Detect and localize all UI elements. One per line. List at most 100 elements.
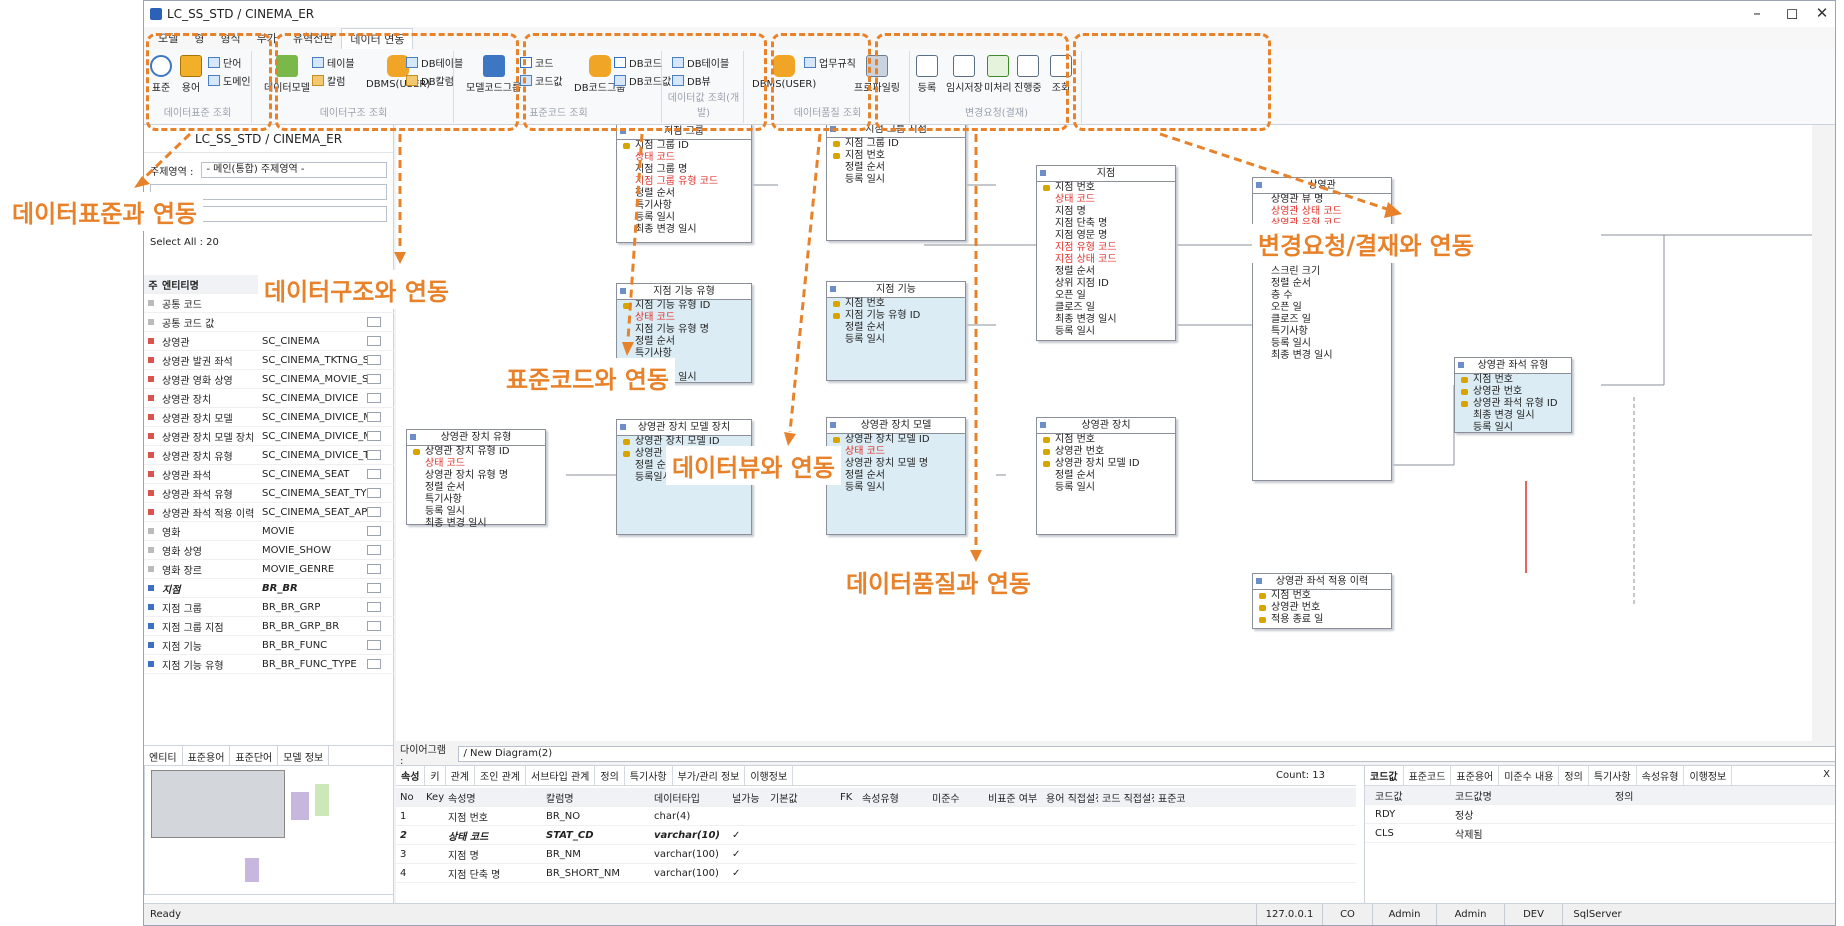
list-item[interactable]: 지점 기능 BR_BR_FUNC (144, 636, 394, 655)
table-row[interactable]: 3 지점 명 BR_NM varchar(100) ✓ (396, 845, 1356, 864)
tab-std-term[interactable]: 표준용어 (183, 746, 231, 765)
code-tab-5[interactable]: 특기사항 (1589, 766, 1637, 785)
code-tab-6[interactable]: 속성유형 (1637, 766, 1685, 785)
table-row[interactable]: 1 지점 번호 BR_NO char(4) (396, 807, 1356, 826)
code-row[interactable]: RDY 정상 (1365, 805, 1835, 824)
standard-button[interactable]: 표준 (150, 55, 172, 94)
word-button[interactable]: 단어 (208, 55, 241, 70)
entity-seat-history[interactable]: 상영관 좌석 적용 이력 지점 번호 상영관 번호 적용 종료 일 (1252, 573, 1392, 629)
tab-entity[interactable]: 엔티티 (144, 746, 183, 765)
minimap-shape (315, 784, 329, 816)
tab-8[interactable]: 이행정보 (745, 766, 794, 785)
code-button[interactable]: 코드 (520, 55, 553, 70)
list-item[interactable]: 지점 기능 유형 BR_BR_FUNC_TYPE (144, 655, 394, 674)
entity-device[interactable]: 상영관 장치 지점 번호 상영관 번호 상영관 장치 모델 ID 정렬 순서 등록 일시 (1036, 417, 1176, 535)
edit-icon (953, 55, 976, 77)
tab-2[interactable]: 관계 (446, 766, 476, 785)
entity-device-type[interactable]: 상영관 장치 유형 상영관 장치 유형 ID 상태 코드 상영관 장치 유형 명 정렬 … (406, 429, 546, 529)
list-item[interactable]: 상영관 장치 SC_CINEMA_DIVICE (144, 389, 394, 408)
table-row[interactable]: 4 지점 단축 명 BR_SHORT_NM varchar(100) ✓ (396, 864, 1356, 883)
subject-select[interactable]: - 메인(통합) 주제영역 - (201, 162, 387, 178)
menu-item[interactable]: 형 (186, 28, 212, 48)
list-item[interactable]: 지점 BR_BR (144, 579, 394, 598)
code-tab-7[interactable]: 이행정보 (1684, 766, 1733, 785)
list-item[interactable]: 상영관 장치 유형 SC_CINEMA_DIVICE_T (144, 446, 394, 465)
temp-save-button[interactable]: 임시저장 (946, 55, 983, 94)
db-column-button[interactable]: DB칼럼 (406, 73, 454, 88)
term-button[interactable]: 용어 (180, 55, 202, 94)
request-view-button[interactable]: 조회 (1050, 55, 1072, 94)
list-item[interactable]: 영화 장르 MOVIE_GENRE (144, 560, 394, 579)
tab-4[interactable]: 서브타입 관계 (526, 766, 596, 785)
business-rule-button[interactable]: 업무규칙 (804, 55, 856, 70)
diagram-select[interactable]: / New Diagram(2) (458, 746, 1835, 762)
list-item[interactable]: 상영관 좌석 유형 SC_CINEMA_SEAT_TY (144, 484, 394, 503)
code-tab-1[interactable]: 표준코드 (1404, 766, 1452, 785)
tab-std-word[interactable]: 표준단어 (230, 746, 279, 765)
diagram-canvas[interactable]: 지점 그룹 지점 그룹 ID 상태 코드 지점 그룹 명 지점 그룹 유형 코드 정렬 순… (396, 125, 1812, 741)
view-db-table-button[interactable]: DB테이블 (672, 55, 729, 70)
maximize-button[interactable]: ◻ (1777, 4, 1807, 22)
domain-button[interactable]: 도메인 (208, 73, 251, 88)
code-tab-2[interactable]: 표준용어 (1451, 766, 1500, 785)
db-table-button[interactable]: DB테이블 (406, 55, 463, 70)
register-button[interactable]: 등록 (916, 55, 938, 94)
db-code-button[interactable]: DB코드 (614, 55, 662, 70)
list-item[interactable]: 상영관 좌석 적용 이력 SC_CINEMA_SEAT_AP (144, 503, 394, 522)
minimize-button[interactable]: – (1742, 4, 1772, 22)
list-item[interactable]: 상영관 장치 모델 장치 SC_CINEMA_DIVICE_M (144, 427, 394, 446)
code-tab-3[interactable]: 미준수 내용 (1499, 766, 1560, 785)
table-button[interactable]: 테이블 (312, 55, 355, 70)
list-item[interactable]: 영화 상영 MOVIE_SHOW (144, 541, 394, 560)
column-button[interactable]: 칼럼 (312, 73, 345, 88)
list-item[interactable]: 상영관 장치 모델 SC_CINEMA_DIVICE_M (144, 408, 394, 427)
code-value-button[interactable]: 코드값 (520, 73, 563, 88)
menu-item[interactable]: 형식 (212, 28, 248, 48)
list-item[interactable]: 지점 그룹 지점 BR_BR_GRP_BR (144, 617, 394, 636)
db-view-button[interactable]: DB뷰 (672, 73, 711, 88)
code-tab-4[interactable]: 정의 (1559, 766, 1589, 785)
minimap-viewport[interactable] (151, 770, 285, 838)
list-item[interactable]: 상영관 영화 상영 SC_CINEMA_MOVIE_S (144, 370, 394, 389)
entity-seat-type[interactable]: 상영관 좌석 유형 지점 번호 상영관 번호 상영관 좌석 유형 ID 최종 변경 일시… (1454, 357, 1572, 433)
list-item[interactable]: 상영관 발권 좌석 SC_CINEMA_TKTNG_S (144, 351, 394, 370)
pending-button[interactable]: 미처리 (984, 55, 1012, 94)
list-item[interactable]: 공통 코드 값 (144, 313, 394, 332)
select-all-checkbox[interactable]: Select All : 20 (150, 237, 219, 248)
tab-6[interactable]: 특기사항 (625, 766, 673, 785)
menu-item[interactable]: 부가 (249, 28, 285, 48)
close-button[interactable]: ✕ (1807, 4, 1835, 22)
minimap[interactable] (144, 765, 394, 895)
code-tab-0[interactable]: 코드값 (1365, 766, 1404, 785)
entity-branch-func[interactable]: 지점 기능 지점 번호 지점 기능 유형 ID 정렬 순서 등록 일시 (826, 281, 966, 381)
in-progress-button[interactable]: 진행중 (1014, 55, 1042, 94)
list-item[interactable]: 상영관 SC_CINEMA (144, 332, 394, 351)
entity-device-model[interactable]: 상영관 장치 모델 상영관 장치 모델 ID 상태 코드 상영관 장치 모델 명 정렬 … (826, 417, 966, 535)
profiling-button[interactable]: 프로파일링 (854, 55, 900, 94)
list-item[interactable]: 지점 그룹 BR_BR_GRP (144, 598, 394, 617)
tab-0[interactable]: 속성 (396, 766, 426, 785)
close-panel-button[interactable]: X (1823, 769, 1830, 780)
entity-branch-group-branch[interactable]: 지점 그룹 지점 지점 그룹 ID 지점 번호 정렬 순서 등록 일시 (826, 125, 966, 241)
entity-branch[interactable]: 지점 지점 번호 상태 코드 지점 명 지점 단축 명 지점 영문 명 지점 유형 코드 지점… (1036, 165, 1176, 341)
db-code-value-button[interactable]: DB코드값 (614, 73, 671, 88)
entity-cinema[interactable]: 상영관상영관 뷰 명상영관 상태 코드상영관 유형 코드상영관 면적첫 열 거리… (1252, 177, 1392, 481)
menu-item[interactable]: 모델 (150, 28, 186, 48)
model-code-group-button[interactable]: 모델코드그룹 (466, 55, 521, 94)
tab-model-info[interactable]: 모델 정보 (278, 746, 330, 765)
callout-view: 데이터뷰와 연동 (666, 446, 841, 485)
entity-branch-group[interactable]: 지점 그룹 지점 그룹 ID 상태 코드 지점 그룹 명 지점 그룹 유형 코드 정렬 순… (616, 125, 752, 243)
code-row[interactable]: CLS 삭제됨 (1365, 824, 1835, 843)
tab-5[interactable]: 정의 (595, 766, 625, 785)
entity-name: 영화 장르 (162, 565, 202, 577)
list-item[interactable]: 영화 MOVIE (144, 522, 394, 541)
list-item[interactable]: 상영관 좌석 SC_CINEMA_SEAT (144, 465, 394, 484)
menu-item-active[interactable]: 데이터 연동 (341, 27, 414, 49)
tab-1[interactable]: 키 (425, 766, 446, 785)
table-row[interactable]: 2 상태 코드 STAT_CD varchar(10) ✓ (396, 826, 1356, 845)
menu-item[interactable]: 유혁전판 (285, 28, 341, 48)
tab-3[interactable]: 조인 관계 (475, 766, 526, 785)
tab-7[interactable]: 부가/관리 정보 (673, 766, 746, 785)
data-model-button[interactable]: 데이터모델 (264, 55, 310, 94)
code-panel: 코드값 표준코드 표준용어 미준수 내용 정의 특기사항 속성유형 이행정보 X 코드값 코드값… (1364, 766, 1835, 906)
